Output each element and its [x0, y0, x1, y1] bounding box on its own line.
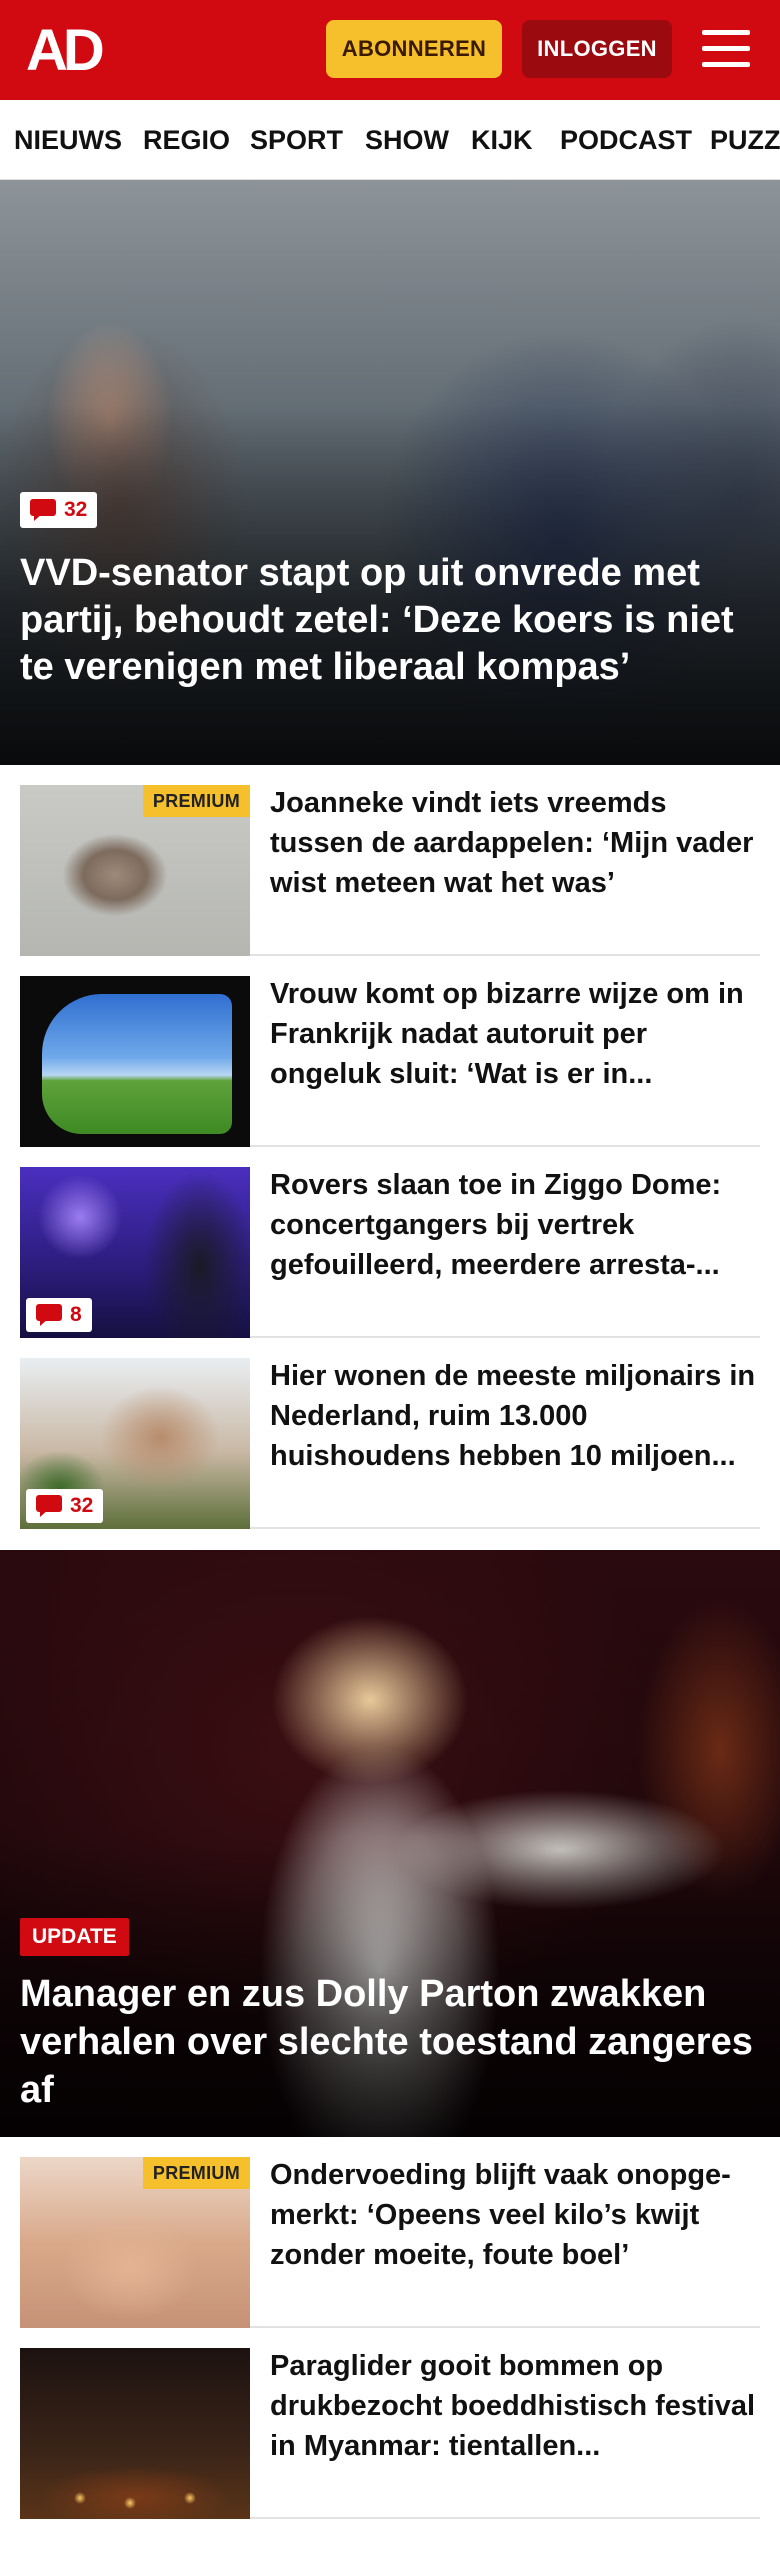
- article-headline[interactable]: Rovers slaan toe in Ziggo Dome: concertg…: [270, 1165, 760, 1285]
- article-thumbnail: [20, 2348, 250, 2519]
- section-nav: NIEUWS REGIO SPORT SHOW KIJK PODCAST PUZ…: [0, 100, 780, 180]
- list-item[interactable]: PREMIUM Ondervoeding blijft vaak onopge-…: [20, 2137, 760, 2328]
- update-badge: UPDATE: [20, 1918, 129, 1956]
- article-headline[interactable]: Paraglider gooit bommen op drukbezocht b…: [270, 2346, 760, 2466]
- site-header: AD ABONNEREN INLOGGEN: [0, 0, 780, 100]
- comment-icon: [30, 499, 56, 521]
- article-thumbnail: 32: [20, 1358, 250, 1529]
- nav-item-nieuws[interactable]: NIEUWS: [14, 100, 122, 179]
- comment-icon: [36, 1495, 62, 1517]
- list-item[interactable]: Paraglider gooit bommen op drukbezocht b…: [20, 2328, 760, 2519]
- list-item[interactable]: PREMIUM Joanneke vindt iets vreemds tuss…: [20, 765, 760, 956]
- nav-item-kijk[interactable]: KIJK: [471, 100, 533, 179]
- premium-badge: PREMIUM: [142, 785, 250, 817]
- comment-count: 32: [70, 1494, 94, 1517]
- comment-badge[interactable]: 8: [26, 1298, 92, 1332]
- feature-headline[interactable]: Manager en zus Dolly Parton zwakken verh…: [20, 1970, 760, 2114]
- nav-item-regio[interactable]: REGIO: [143, 100, 230, 179]
- subscribe-button[interactable]: ABONNEREN: [326, 20, 502, 78]
- comment-count: 8: [70, 1303, 82, 1326]
- ad-logo[interactable]: AD: [26, 22, 116, 80]
- comment-badge[interactable]: 32: [26, 1489, 104, 1523]
- comment-badge[interactable]: 32: [20, 492, 98, 528]
- comment-count: 32: [64, 498, 88, 521]
- comment-icon: [36, 1304, 62, 1326]
- article-thumbnail: [20, 976, 250, 1147]
- nav-item-show[interactable]: SHOW: [365, 100, 449, 179]
- article-headline[interactable]: Ondervoeding blijft vaak onopge-merkt: ‘…: [270, 2155, 760, 2275]
- list-item[interactable]: 8 Rovers slaan toe in Ziggo Dome: concer…: [20, 1147, 760, 1338]
- premium-badge: PREMIUM: [142, 2157, 250, 2189]
- hero-headline[interactable]: VVD-senator stapt op uit onvrede met par…: [20, 550, 760, 691]
- nav-item-puzzel[interactable]: PUZZ: [710, 100, 780, 179]
- hero-article[interactable]: 32 VVD-senator stapt op uit onvrede met …: [0, 180, 780, 765]
- article-thumbnail: PREMIUM: [20, 785, 250, 956]
- nav-item-sport[interactable]: SPORT: [250, 100, 343, 179]
- login-button[interactable]: INLOGGEN: [522, 20, 672, 78]
- list-item[interactable]: Vrouw komt op bizarre wijze om in Frankr…: [20, 956, 760, 1147]
- article-thumbnail: 8: [20, 1167, 250, 1338]
- list-item[interactable]: 32 Hier wonen de meeste miljonairs in Ne…: [20, 1338, 760, 1529]
- article-headline[interactable]: Hier wonen de meeste miljonairs in Neder…: [270, 1356, 760, 1476]
- feature-article[interactable]: UPDATE Manager en zus Dolly Parton zwakk…: [0, 1550, 780, 2137]
- nav-item-podcast[interactable]: PODCAST: [560, 100, 692, 179]
- hamburger-menu-icon[interactable]: [700, 24, 752, 74]
- article-thumbnail: PREMIUM: [20, 2157, 250, 2328]
- article-headline[interactable]: Vrouw komt op bizarre wijze om in Frankr…: [270, 974, 760, 1094]
- article-headline[interactable]: Joanneke vindt iets vreemds tussen de aa…: [270, 783, 760, 903]
